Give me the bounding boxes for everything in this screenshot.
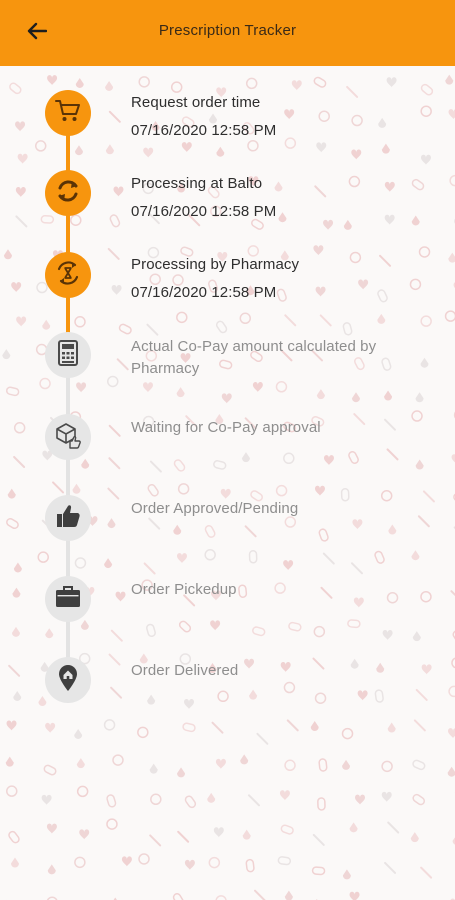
step-title: Actual Co-Pay amount calculated by Pharm…: [131, 338, 377, 377]
step-title: Order Delivered: [131, 662, 239, 679]
step-icon-circle: [45, 90, 91, 136]
step-icon-circle: [45, 495, 91, 541]
step-title: Order Pickedup: [131, 581, 237, 598]
hourglass-sync-icon: [55, 260, 81, 291]
step-title: Request order time: [131, 94, 261, 111]
page-title: Prescription Tracker: [158, 22, 297, 39]
briefcase-icon: [55, 585, 81, 614]
step-icon-circle: [45, 332, 91, 378]
home-pin-icon: [57, 664, 79, 697]
step-title: Processing by Pharmacy: [131, 256, 300, 273]
step-title: Waiting for Co-Pay approval: [131, 419, 321, 436]
step-timestamp: 07/16/2020 12:58 PM: [131, 122, 277, 139]
step-icon-circle: [45, 252, 91, 298]
step-timestamp: 07/16/2020 12:58 PM: [131, 284, 277, 301]
step-timestamp: 07/16/2020 12:58 PM: [131, 203, 277, 220]
tracker-timeline: Request order time 07/16/2020 12:58 PM P…: [0, 66, 455, 900]
shopping-cart-icon: [55, 99, 81, 128]
step-icon-circle: [45, 576, 91, 622]
app-header: Prescription Tracker: [0, 0, 455, 66]
sync-icon: [55, 178, 81, 209]
step-icon-circle: [45, 170, 91, 216]
box-thumbs-up-icon: [54, 421, 82, 454]
calculator-icon: [57, 339, 79, 371]
thumbs-up-icon: [55, 503, 81, 534]
step-title: Processing at Balto: [131, 175, 263, 192]
step-title: Order Approved/Pending: [131, 500, 299, 517]
step-icon-circle: [45, 414, 91, 460]
step-icon-circle: [45, 657, 91, 703]
